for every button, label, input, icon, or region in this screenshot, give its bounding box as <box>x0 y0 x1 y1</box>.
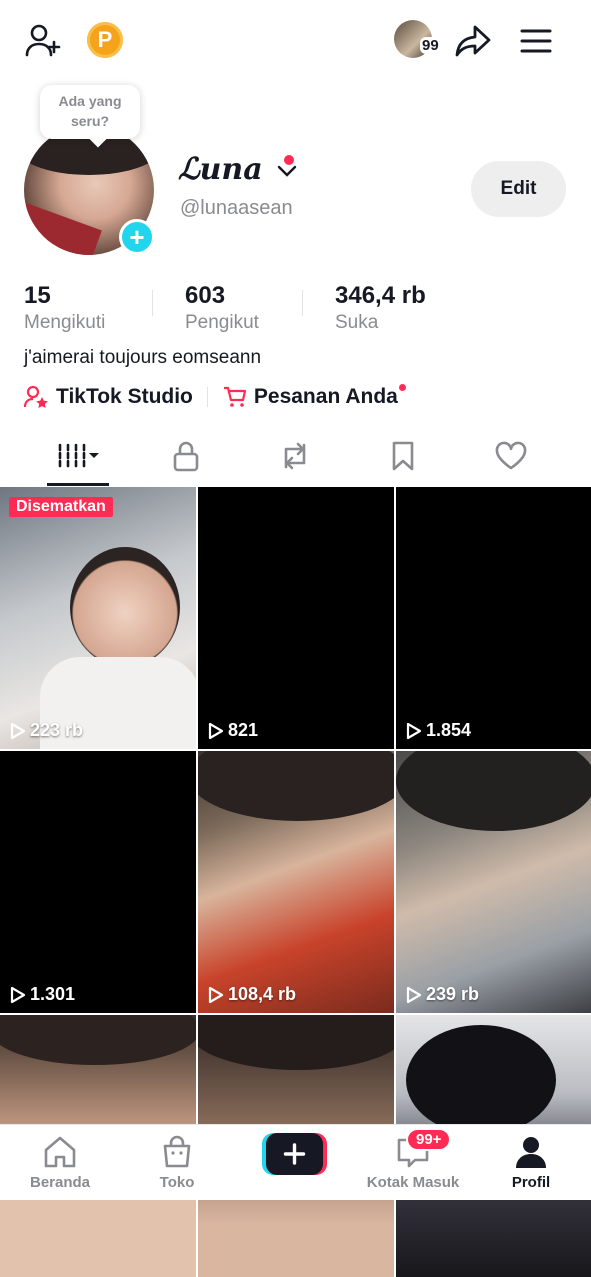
lock-icon <box>173 441 199 472</box>
play-icon <box>406 986 422 1003</box>
chevron-down-icon[interactable] <box>277 164 297 178</box>
stat-likes-label: Suka <box>335 312 379 333</box>
play-icon <box>208 722 224 739</box>
home-icon <box>44 1136 76 1168</box>
video-thumbnail[interactable]: 821 <box>198 487 394 749</box>
tab-saved[interactable] <box>344 430 462 482</box>
inbox-badge: 99+ <box>406 1128 452 1151</box>
pinned-badge: Disematkan <box>9 497 113 517</box>
thumbnail-hair-shape <box>0 1015 196 1065</box>
profile-name: ℒuna <box>178 152 297 187</box>
add-story-button[interactable]: + <box>119 219 155 255</box>
orders-alert-dot <box>398 383 406 391</box>
nav-home[interactable]: Beranda <box>5 1125 115 1200</box>
stat-divider <box>302 290 303 316</box>
stat-following[interactable]: 15 Mengikuti <box>24 282 105 334</box>
stat-followers[interactable]: 603 Pengikut <box>185 282 259 334</box>
account-alert-dot <box>284 155 294 165</box>
thumbnail-face-shape <box>70 547 180 667</box>
edit-profile-button[interactable]: Edit <box>471 161 566 217</box>
profile-bio: j'aimerai toujours eomseann <box>24 347 262 368</box>
tab-liked[interactable] <box>452 430 570 482</box>
top-bar: P 99 <box>0 0 591 80</box>
play-icon <box>208 986 224 1003</box>
tab-private[interactable] <box>127 430 245 482</box>
thumbnail-hair-shape <box>406 1025 556 1135</box>
creator-icon <box>24 385 48 408</box>
bookmark-icon <box>392 441 414 471</box>
video-thumbnail[interactable]: 1.854 <box>396 487 591 749</box>
nav-inbox-label: Kotak Masuk <box>366 1174 460 1191</box>
stat-followers-value: 603 <box>185 282 226 309</box>
orders-link[interactable]: Pesanan Anda <box>254 385 398 409</box>
nav-home-label: Beranda <box>29 1174 91 1191</box>
video-views-count: 1.301 <box>30 984 76 1004</box>
nav-shop[interactable]: Toko <box>122 1125 232 1200</box>
video-views: 1.301 <box>10 984 75 1005</box>
tab-reposts[interactable] <box>236 430 354 482</box>
add-friend-icon[interactable] <box>22 20 64 62</box>
thumbnail-hair-shape <box>396 751 591 831</box>
stat-following-value: 15 <box>24 282 51 309</box>
repost-icon <box>284 442 306 470</box>
nav-shop-label: Toko <box>159 1174 195 1191</box>
video-views: 223 rb <box>10 720 83 741</box>
nav-profile[interactable]: Profil <box>476 1125 586 1200</box>
photo-shirt-shape <box>24 203 102 255</box>
menu-icon[interactable] <box>515 22 557 60</box>
create-button[interactable] <box>262 1133 327 1175</box>
video-thumbnail[interactable]: Disematkan 223 rb <box>0 487 196 749</box>
video-views-count: 821 <box>228 720 259 740</box>
cart-icon <box>223 386 246 407</box>
play-icon <box>10 986 26 1003</box>
video-views-count: 1.854 <box>426 720 472 740</box>
video-thumbnail[interactable]: 1.301 <box>0 751 196 1013</box>
profile-tabs <box>0 430 591 486</box>
video-views-count: 108,4 rb <box>228 984 297 1004</box>
profile-icon <box>516 1137 546 1168</box>
grid-icon <box>58 443 99 469</box>
stat-followers-label: Pengikut <box>185 312 259 333</box>
shop-bag-icon <box>163 1135 191 1168</box>
active-tab-indicator <box>47 483 109 486</box>
heart-icon <box>495 441 527 470</box>
profile-name-text: ℒuna <box>178 152 263 187</box>
video-views: 1.854 <box>406 720 471 741</box>
video-views-count: 239 rb <box>426 984 480 1004</box>
link-divider <box>206 387 208 407</box>
play-icon <box>10 722 26 739</box>
tiktok-studio-link[interactable]: TikTok Studio <box>56 385 193 409</box>
share-icon[interactable] <box>452 20 494 62</box>
thumbnail-hair-shape <box>198 1015 394 1070</box>
profile-handle: @lunaasean <box>180 197 293 219</box>
video-thumbnail[interactable]: 239 rb <box>396 751 591 1013</box>
notification-count: 99 <box>420 37 441 54</box>
tab-videos[interactable] <box>20 430 138 482</box>
stat-divider <box>152 290 153 316</box>
video-thumbnail[interactable]: 108,4 rb <box>198 751 394 1013</box>
play-icon <box>406 722 422 739</box>
stat-following-label: Mengikuti <box>24 312 106 333</box>
nav-profile-label: Profil <box>511 1174 551 1191</box>
thumbnail-hair-shape <box>198 751 394 821</box>
video-views: 108,4 rb <box>208 984 296 1005</box>
video-views: 821 <box>208 720 258 741</box>
profile-links: TikTok Studio Pesanan Anda <box>24 382 406 412</box>
note-tooltip[interactable]: Ada yang seru? <box>40 85 140 139</box>
stat-likes-value: 346,4 rb <box>335 282 426 309</box>
video-views-count: 223 rb <box>30 720 84 740</box>
stat-likes[interactable]: 346,4 rb Suka <box>335 282 426 334</box>
coin-icon[interactable]: P <box>87 22 123 58</box>
video-views: 239 rb <box>406 984 479 1005</box>
